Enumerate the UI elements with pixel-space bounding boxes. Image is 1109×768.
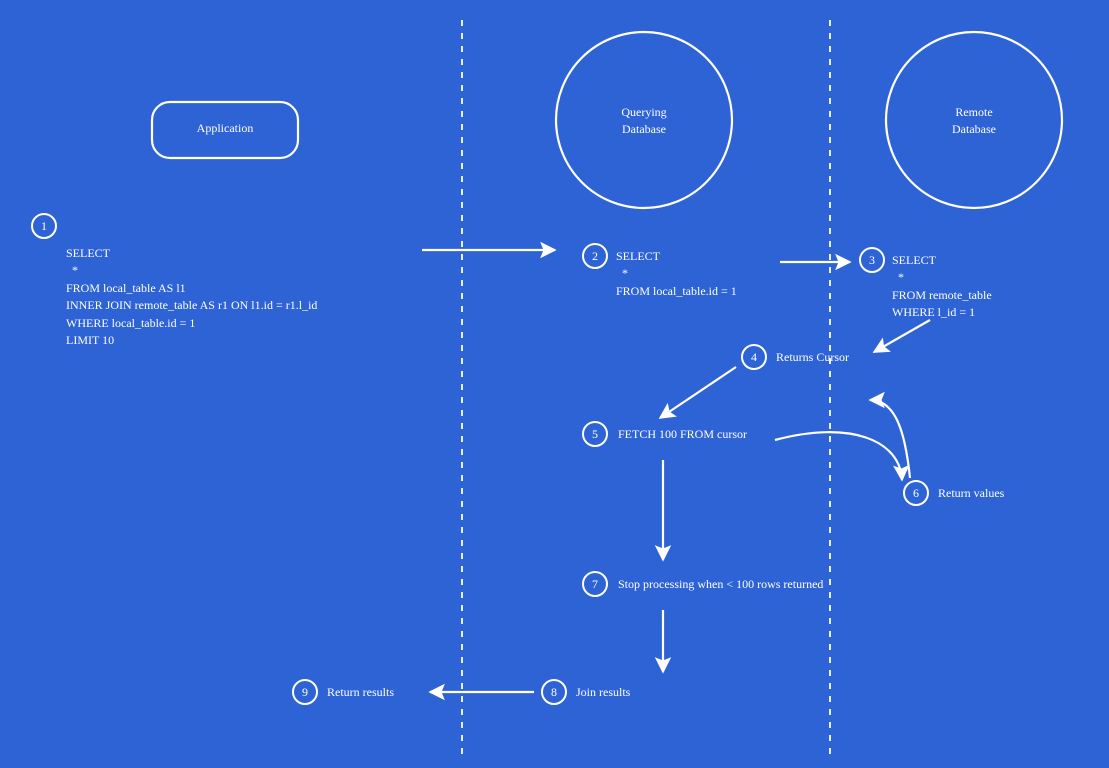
- step-8-text: Join results: [576, 684, 630, 701]
- step-1-text: SELECT * FROM local_table AS l1 INNER JO…: [66, 245, 317, 349]
- step-1-num: 1: [41, 219, 47, 233]
- arrow-5-6: [775, 432, 902, 480]
- arrow-3-4: [874, 320, 930, 352]
- arrow-4-5: [660, 367, 736, 418]
- step-7-num: 7: [592, 577, 598, 591]
- step-5-num: 5: [592, 427, 598, 441]
- querying-db-label: Querying Database: [584, 104, 704, 139]
- step-6-text: Return values: [938, 485, 1004, 502]
- step-7-text: Stop processing when < 100 rows returned: [618, 576, 823, 593]
- remote-db-label: Remote Database: [914, 104, 1034, 139]
- step-9-num: 9: [302, 685, 308, 699]
- step-2-text: SELECT * FROM local_table.id = 1: [616, 248, 737, 300]
- step-4-num: 4: [751, 350, 757, 364]
- step-6-num: 6: [913, 486, 919, 500]
- step-3-text: SELECT * FROM remote_table WHERE l_id = …: [892, 252, 992, 322]
- step-2-num: 2: [592, 249, 598, 263]
- step-4-text: Returns Cursor: [776, 349, 849, 366]
- arrow-6-loop: [870, 400, 910, 478]
- step-9-text: Return results: [327, 684, 394, 701]
- step-8-num: 8: [551, 685, 557, 699]
- step-3-num: 3: [869, 253, 875, 267]
- application-label: Application: [152, 120, 298, 137]
- diagram-stage: 1 2 3 4 5 6 7 8 9: [0, 0, 1109, 768]
- step-5-text: FETCH 100 FROM cursor: [618, 426, 747, 443]
